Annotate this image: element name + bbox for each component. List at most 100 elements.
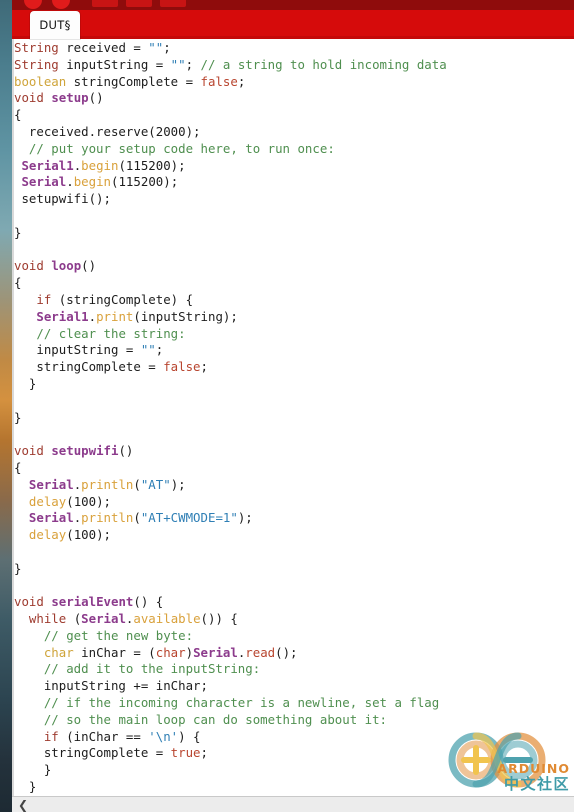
code-token: setup xyxy=(51,90,89,106)
code-token: false xyxy=(200,73,238,89)
code-token: if xyxy=(43,728,59,744)
code-line: String received = ""; xyxy=(14,40,447,57)
code-token: // a string to hold incoming data xyxy=(200,56,447,72)
code-token: Serial xyxy=(81,611,126,627)
code-token: // if the incoming character is a newlin… xyxy=(43,695,440,711)
code-token: char xyxy=(155,644,186,660)
code-token: stringComplete = xyxy=(14,745,171,761)
code-line: if (stringComplete) { xyxy=(14,292,447,309)
code-token: boolean xyxy=(14,73,67,89)
code-editor[interactable]: String received = ""; String inputString … xyxy=(12,39,574,796)
code-token: (); xyxy=(275,644,298,660)
code-token: { xyxy=(14,459,22,475)
verify-button[interactable] xyxy=(24,0,42,9)
code-token: // so the main loop can do something abo… xyxy=(43,711,387,727)
desktop-wallpaper xyxy=(0,0,12,812)
tab-dut[interactable]: DUT§ xyxy=(30,11,80,39)
code-line: void setupwifi() xyxy=(14,443,447,460)
code-token: ); xyxy=(237,510,253,526)
code-line: // get the new byte: xyxy=(14,628,447,645)
code-token: received = xyxy=(58,40,149,55)
code-token: ; xyxy=(200,745,208,761)
code-line: while (Serial.available()) { xyxy=(14,611,447,628)
code-token: } xyxy=(14,409,22,425)
code-token: false xyxy=(163,359,201,375)
code-line: Serial1.print(inputString); xyxy=(14,309,447,326)
code-token: Serial xyxy=(21,174,67,190)
code-line: } xyxy=(14,410,447,427)
watermark-brand-en: ARDUINO xyxy=(497,760,570,776)
code-token: begin xyxy=(73,174,112,190)
code-token: ; xyxy=(185,56,201,72)
code-token: true xyxy=(170,745,201,761)
code-token: (100); xyxy=(66,527,111,543)
code-line: stringComplete = false; xyxy=(14,359,447,376)
code-token: () xyxy=(81,258,97,274)
code-token: () { xyxy=(133,594,164,610)
code-line: } xyxy=(14,225,447,242)
code-token: ) xyxy=(185,644,194,660)
code-line: { xyxy=(14,107,447,124)
back-chevron-icon[interactable]: ❮ xyxy=(18,799,28,811)
code-token: // add it to the inputString: xyxy=(43,661,261,677)
tab-strip xyxy=(12,10,574,39)
open-button[interactable] xyxy=(126,0,152,7)
code-token: char xyxy=(43,644,74,660)
code-line: { xyxy=(14,460,447,477)
code-token: ( xyxy=(133,510,141,526)
code-line: delay(100); xyxy=(14,527,447,544)
code-token: println xyxy=(81,510,134,526)
code-token: // get the new byte: xyxy=(43,627,194,643)
code-line: void loop() xyxy=(14,258,447,275)
code-token: inputString += inChar; xyxy=(14,678,208,694)
code-line: // add it to the inputString: xyxy=(14,661,447,678)
code-token: "" xyxy=(148,40,164,55)
code-token: ; xyxy=(163,40,171,55)
code-token: (115200); xyxy=(118,157,186,173)
code-text[interactable]: String received = ""; String inputString … xyxy=(14,39,447,796)
code-line: } xyxy=(14,376,447,393)
code-token: inputString = xyxy=(58,56,171,72)
code-token: Serial xyxy=(28,510,74,526)
code-token: Serial1 xyxy=(36,308,89,324)
code-token: } xyxy=(14,375,37,391)
code-token: } xyxy=(14,762,52,778)
save-button[interactable] xyxy=(160,0,186,7)
code-token: // clear the string: xyxy=(36,325,186,341)
code-token: (stringComplete) { xyxy=(51,291,194,307)
code-token: stringComplete = xyxy=(14,359,164,375)
code-token: delay xyxy=(28,527,67,543)
upload-button[interactable] xyxy=(52,0,70,9)
code-token: setupwifi xyxy=(51,443,119,459)
new-button[interactable] xyxy=(92,0,118,7)
code-line: boolean stringComplete = false; xyxy=(14,74,447,91)
code-line: delay(100); xyxy=(14,494,447,511)
code-line: void setup() xyxy=(14,90,447,107)
code-token: () xyxy=(88,90,104,106)
code-line: String inputString = ""; // a string to … xyxy=(14,57,447,74)
tab-label: DUT§ xyxy=(39,18,71,32)
code-line: Serial.println("AT"); xyxy=(14,477,447,494)
code-line: char inChar = (char)Serial.read(); xyxy=(14,645,447,662)
code-token: void xyxy=(14,443,44,459)
code-token: "" xyxy=(140,342,156,358)
code-token: void xyxy=(14,90,44,106)
code-token: . xyxy=(66,174,74,190)
code-line: // if the incoming character is a newlin… xyxy=(14,695,447,712)
code-token: void xyxy=(14,258,44,274)
code-line: } xyxy=(14,762,447,779)
code-line: // so the main loop can do something abo… xyxy=(14,712,447,729)
